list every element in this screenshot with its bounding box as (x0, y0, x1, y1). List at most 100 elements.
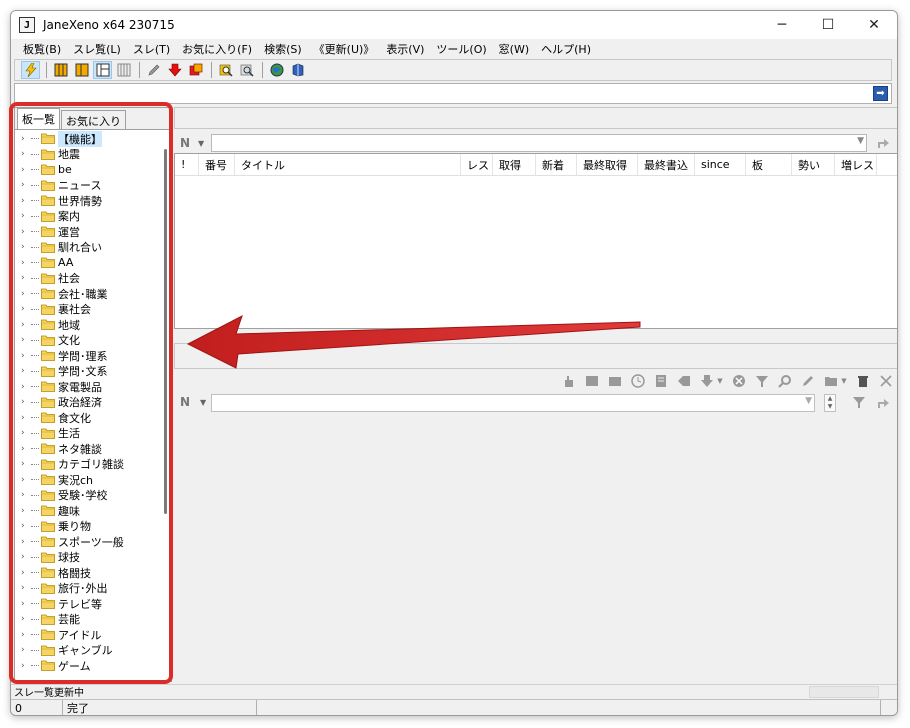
expand-chevron-icon[interactable]: › (21, 351, 31, 361)
expand-chevron-icon[interactable]: › (21, 645, 31, 655)
expand-chevron-icon[interactable]: › (21, 537, 31, 547)
board-category-item[interactable]: › AA (15, 255, 161, 271)
column-res[interactable]: レス (461, 154, 493, 175)
layout-pane-icon[interactable] (93, 61, 112, 79)
board-category-item[interactable]: › 学問･理系 (15, 348, 161, 364)
column-fetched[interactable]: 取得 (493, 154, 536, 175)
menu-favorites[interactable]: お気に入り(F) (176, 41, 258, 57)
menu-help[interactable]: ヘルプ(H) (535, 41, 597, 57)
lightning-icon[interactable] (21, 61, 40, 79)
expand-chevron-icon[interactable]: › (21, 134, 31, 144)
expand-chevron-icon[interactable]: › (21, 475, 31, 485)
board-category-item[interactable]: › 受験･学校 (15, 488, 161, 504)
board-category-item[interactable]: › ギャンブル (15, 643, 161, 659)
expand-chevron-icon[interactable]: › (21, 583, 31, 593)
trash-icon[interactable] (855, 373, 871, 389)
board-category-item[interactable]: › ネタ雑談 (15, 441, 161, 457)
expand-chevron-icon[interactable]: › (21, 149, 31, 159)
expand-chevron-icon[interactable]: › (21, 320, 31, 330)
folder-icon[interactable] (823, 373, 839, 389)
board-category-item[interactable]: › 会社･職業 (15, 286, 161, 302)
search-icon[interactable] (777, 373, 793, 389)
expand-chevron-icon[interactable]: › (21, 614, 31, 624)
minimize-button[interactable]: ─ (759, 11, 805, 39)
scrollbar-thumb[interactable] (164, 149, 167, 514)
layout-columns-icon[interactable] (51, 61, 70, 79)
column-last-posted[interactable]: 最終書込 (638, 154, 695, 175)
board-category-item[interactable]: › 文化 (15, 333, 161, 349)
board-category-item[interactable]: › ニュース (15, 178, 161, 194)
board-category-item[interactable]: › 旅行･外出 (15, 581, 161, 597)
book-icon[interactable] (288, 61, 307, 79)
board-category-item[interactable]: › 実況ch (15, 472, 161, 488)
menu-thread-list[interactable]: スレ覧(L) (67, 41, 127, 57)
expand-chevron-icon[interactable]: › (21, 165, 31, 175)
column-board[interactable]: 板 (746, 154, 792, 175)
maximize-button[interactable]: ☐ (805, 11, 851, 39)
menu-update[interactable]: 《更新(U)》 (308, 41, 381, 57)
column-momentum[interactable]: 勢い (792, 154, 835, 175)
spin-stepper[interactable]: ▲ ▼ (824, 394, 836, 412)
jump-icon[interactable] (876, 135, 890, 149)
expand-chevron-icon[interactable]: › (21, 413, 31, 423)
board-category-item[interactable]: › テレビ等 (15, 596, 161, 612)
document-icon[interactable] (653, 373, 669, 389)
chevron-down-icon[interactable]: ▼ (840, 373, 848, 389)
board-category-item[interactable]: › 社会 (15, 271, 161, 287)
stop-icon[interactable] (186, 61, 205, 79)
board-category-item[interactable]: › 学問･文系 (15, 364, 161, 380)
board-category-item[interactable]: › 馴れ合い (15, 240, 161, 256)
expand-chevron-icon[interactable]: › (21, 599, 31, 609)
cancel-circle-icon[interactable] (731, 373, 747, 389)
board-category-item[interactable]: › 家電製品 (15, 379, 161, 395)
new-filter-icon[interactable]: N (180, 136, 194, 150)
window-alt-icon[interactable] (607, 373, 623, 389)
jump-icon[interactable] (876, 395, 890, 412)
board-category-item[interactable]: › be (15, 162, 161, 178)
board-category-item[interactable]: › 運営 (15, 224, 161, 240)
expand-chevron-icon[interactable]: › (21, 428, 31, 438)
column-new[interactable]: 新着 (536, 154, 577, 175)
menu-tools[interactable]: ツール(O) (430, 41, 492, 57)
close-button[interactable]: ✕ (851, 11, 897, 39)
menu-view[interactable]: 表示(V) (380, 41, 430, 57)
column-mark[interactable]: ! (175, 154, 199, 175)
board-category-item[interactable]: › アイドル (15, 627, 161, 643)
expand-chevron-icon[interactable]: › (21, 506, 31, 516)
expand-chevron-icon[interactable]: › (21, 289, 31, 299)
board-category-item[interactable]: › 世界情勢 (15, 193, 161, 209)
arrow-down-icon[interactable] (699, 373, 715, 389)
chevron-down-icon[interactable]: ▼ (805, 396, 812, 406)
column-title[interactable]: タイトル (235, 154, 461, 175)
expand-chevron-icon[interactable]: › (21, 661, 31, 671)
window-icon[interactable] (584, 373, 600, 389)
tab-favorites[interactable]: お気に入り (61, 110, 126, 129)
menu-window[interactable]: 窓(W) (493, 41, 535, 57)
column-number[interactable]: 番号 (199, 154, 235, 175)
expand-chevron-icon[interactable]: › (21, 444, 31, 454)
filter-icon[interactable] (754, 373, 770, 389)
board-category-item[interactable]: › 【機能】 (15, 131, 161, 147)
pencil-icon[interactable] (800, 373, 816, 389)
board-category-item[interactable]: › 趣味 (15, 503, 161, 519)
download-arrow-icon[interactable] (165, 61, 184, 79)
chevron-down-icon[interactable]: ▼ (198, 139, 204, 148)
expand-chevron-icon[interactable]: › (21, 521, 31, 531)
board-category-item[interactable]: › カテゴリ雑談 (15, 457, 161, 473)
chevron-down-icon[interactable]: ▼ (857, 136, 864, 146)
expand-chevron-icon[interactable]: › (21, 304, 31, 314)
tag-icon[interactable] (676, 373, 692, 389)
expand-chevron-icon[interactable]: › (21, 552, 31, 562)
expand-chevron-icon[interactable]: › (21, 459, 31, 469)
search-board-icon[interactable] (216, 61, 235, 79)
expand-chevron-icon[interactable]: › (21, 397, 31, 407)
board-category-item[interactable]: › 球技 (15, 550, 161, 566)
globe-icon[interactable] (267, 61, 286, 79)
column-last-fetched[interactable]: 最終取得 (577, 154, 638, 175)
layout-split-icon[interactable] (72, 61, 91, 79)
chevron-down-icon[interactable]: ▼ (200, 398, 206, 407)
board-tree-scrollbar[interactable] (160, 131, 171, 681)
thread-filter-combo[interactable]: ▼ (211, 134, 867, 152)
expand-chevron-icon[interactable]: › (21, 196, 31, 206)
expand-chevron-icon[interactable]: › (21, 258, 31, 268)
